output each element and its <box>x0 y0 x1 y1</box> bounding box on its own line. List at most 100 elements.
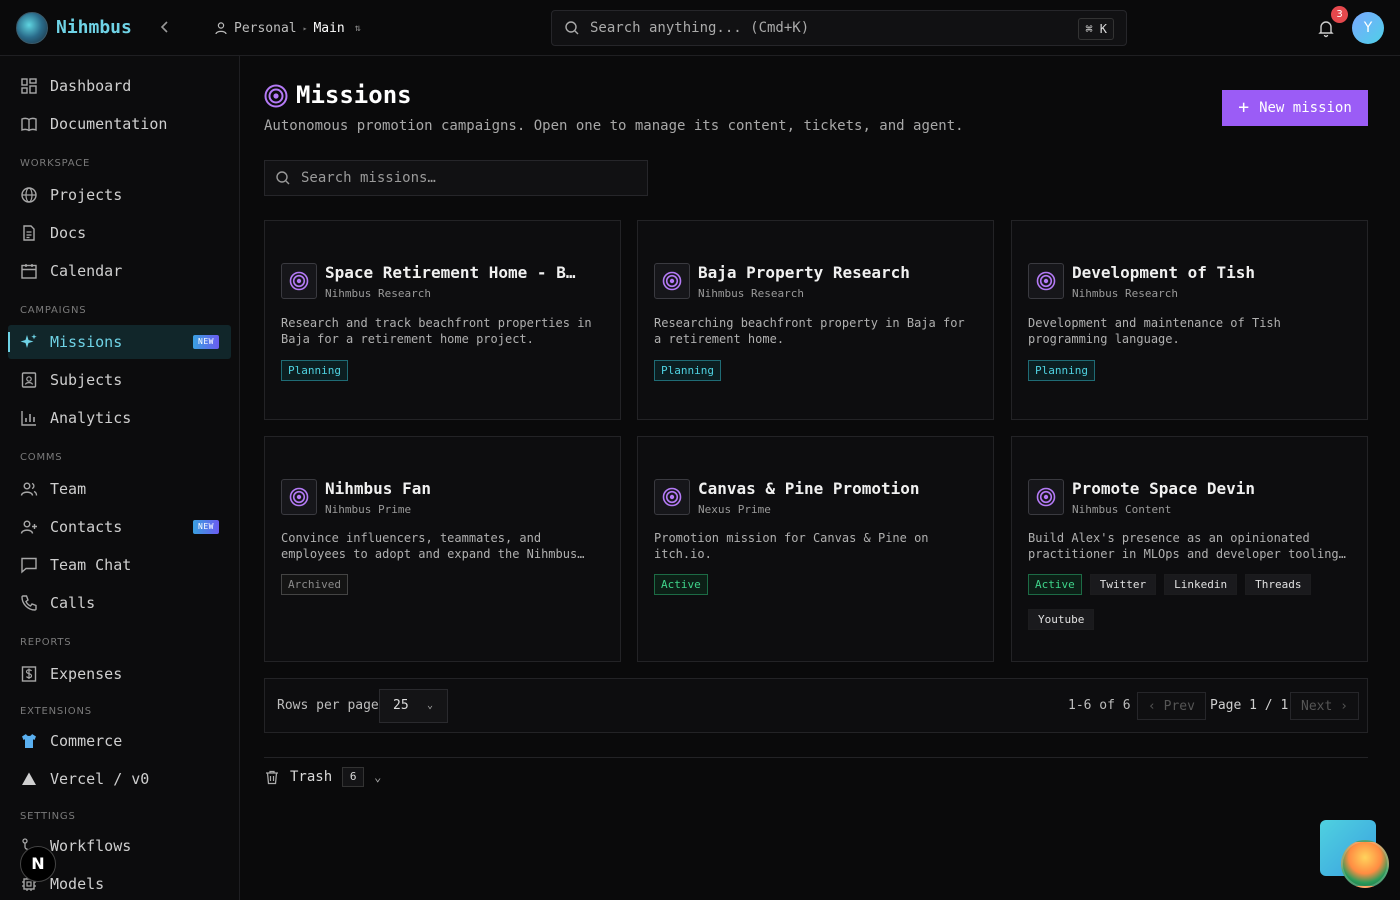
mission-description: Researching beachfront property in Baja … <box>654 316 965 346</box>
mission-card[interactable]: Development of Tish Nihmbus Research Dev… <box>1011 220 1368 420</box>
platform-tag-linkedin: Linkedin <box>1164 574 1238 595</box>
sidebar-item-label: Commerce <box>50 732 123 750</box>
new-badge: NEW <box>193 335 219 349</box>
mission-tags: Active <box>654 574 974 595</box>
mission-card[interactable]: Nihmbus Fan Nihmbus Prime Convince influ… <box>264 436 621 662</box>
search-icon <box>276 171 290 185</box>
sidebar-item-missions[interactable]: Missions NEW <box>8 325 231 359</box>
sidebar-item-label: Docs <box>50 224 87 242</box>
rows-per-page-select[interactable]: 25 ⌄ <box>379 689 448 723</box>
sidebar-item-expenses[interactable]: Expenses <box>8 657 231 691</box>
sidebar-item-label: Contacts <box>50 518 123 536</box>
separator-icon: ▸ <box>302 23 308 33</box>
sidebar-item-calls[interactable]: Calls <box>8 586 231 620</box>
sidebar-item-label: Team Chat <box>50 556 132 574</box>
sidebar-item-label: Calendar <box>50 262 123 280</box>
mission-tags: Archived <box>281 574 601 595</box>
sidebar-item-analytics[interactable]: Analytics <box>8 401 231 435</box>
status-badge: Planning <box>654 360 721 381</box>
prev-page-button[interactable]: ‹ Prev <box>1137 692 1206 720</box>
mission-card[interactable]: Promote Space Devin Nihmbus Content Buil… <box>1011 436 1368 662</box>
chevron-down-icon: ⌄ <box>374 770 382 784</box>
mission-org: Nihmbus Content <box>1072 503 1172 516</box>
pagination-range: 1-6 of 6 <box>1068 698 1131 713</box>
bell-icon[interactable] <box>1316 18 1336 38</box>
mission-org: Nihmbus Research <box>698 287 804 300</box>
app-name[interactable]: Nihmbus <box>56 17 132 38</box>
sidebar-item-projects[interactable]: Projects <box>8 178 231 212</box>
sidebar-item-label: Vercel / v0 <box>50 770 150 788</box>
dollar-icon <box>21 666 37 682</box>
sidebar-item-team[interactable]: Team <box>8 472 231 506</box>
sidebar-item-contacts[interactable]: Contacts NEW <box>8 510 231 544</box>
devtools-badge[interactable]: N <box>20 846 56 882</box>
mission-title: Canvas & Pine Promotion <box>698 479 920 498</box>
next-label: Next <box>1301 698 1333 714</box>
status-badge: Planning <box>281 360 348 381</box>
contact-card-icon <box>21 372 37 388</box>
bar-chart-icon <box>21 411 36 426</box>
app-logo[interactable] <box>16 12 48 44</box>
sidebar-item-calendar[interactable]: Calendar <box>8 254 231 288</box>
platform-tag-threads: Threads <box>1245 574 1312 595</box>
mission-card[interactable]: Baja Property Research Nihmbus Research … <box>637 220 994 420</box>
mission-search[interactable] <box>264 160 648 196</box>
global-search-input[interactable] <box>590 20 1060 36</box>
sidebar-item-docs[interactable]: Docs <box>8 216 231 250</box>
notification-count-badge: 3 <box>1331 6 1348 23</box>
sidebar-item-label: Missions <box>50 333 123 351</box>
mission-org: Nihmbus Prime <box>325 503 412 516</box>
globe-icon <box>21 187 37 203</box>
page-info: Page 1 / 1 <box>1210 698 1289 713</box>
mission-tags: Planning <box>654 360 974 381</box>
trash-icon <box>266 770 278 785</box>
new-mission-button[interactable]: + New mission <box>1222 90 1368 126</box>
mission-org: Nihmbus Research <box>325 287 431 300</box>
book-icon <box>21 117 37 132</box>
sidebar-item-label: Workflows <box>50 837 132 855</box>
sidebar-item-commerce[interactable]: Commerce <box>8 724 231 758</box>
mission-description: Development and maintenance of Tish prog… <box>1028 316 1281 346</box>
trash-count: 6 <box>342 767 365 787</box>
mission-description: Convince influencers, teammates, and emp… <box>281 531 578 561</box>
calendar-icon <box>21 264 37 279</box>
mission-search-input[interactable] <box>301 170 621 186</box>
sidebar-item-team-chat[interactable]: Team Chat <box>8 548 231 582</box>
mission-description: Promotion mission for Canvas & Pine on i… <box>654 531 929 561</box>
sidebar-item-label: Documentation <box>50 115 168 133</box>
sidebar-item-documentation[interactable]: Documentation <box>8 107 231 141</box>
user-icon <box>215 22 227 35</box>
next-page-button[interactable]: Next › <box>1290 692 1359 720</box>
sidebar-item-subjects[interactable]: Subjects <box>8 363 231 397</box>
page-subtitle: Autonomous promotion campaigns. Open one… <box>264 118 964 134</box>
sidebar-item-vercel[interactable]: Vercel / v0 <box>8 762 231 796</box>
platform-tag-twitter: Twitter <box>1089 574 1157 595</box>
sidebar-item-dashboard[interactable]: Dashboard <box>8 69 231 103</box>
mission-target-icon <box>281 479 317 515</box>
status-badge: Planning <box>1028 360 1095 381</box>
sidebar-item-label: Team <box>50 480 87 498</box>
mission-target-icon <box>654 263 690 299</box>
search-icon <box>565 21 579 35</box>
mission-title: Baja Property Research <box>698 263 910 282</box>
triangle-icon <box>22 772 36 785</box>
pagination-bar: Rows per page 25 ⌄ 1-6 of 6 ‹ Prev Page … <box>264 678 1368 733</box>
trash-toggle[interactable]: Trash 6 ⌄ <box>264 766 381 788</box>
mission-card[interactable]: Canvas & Pine Promotion Nexus Prime Prom… <box>637 436 994 662</box>
workspace-scope: Personal <box>234 20 297 36</box>
floating-avatar-widget[interactable] <box>1341 840 1389 888</box>
status-badge: Active <box>654 574 708 595</box>
user-avatar[interactable]: Y <box>1352 12 1384 44</box>
mission-description: Research and track beachfront properties… <box>281 316 592 346</box>
plus-icon: + <box>1238 97 1250 118</box>
phone-icon <box>21 595 37 611</box>
new-badge: NEW <box>193 520 219 534</box>
global-search[interactable]: ⌘ K <box>551 10 1127 46</box>
workspace-branch: Main <box>313 20 345 36</box>
collapse-sidebar-button[interactable] <box>154 16 176 38</box>
section-label-comms: COMMS <box>20 452 63 463</box>
mission-org: Nihmbus Research <box>1072 287 1178 300</box>
sidebar-item-label: Calls <box>50 594 96 612</box>
mission-card[interactable]: Space Retirement Home - Baja Nihmbus Res… <box>264 220 621 420</box>
workspace-switcher[interactable]: Personal ▸ Main ⇅ <box>214 18 361 38</box>
